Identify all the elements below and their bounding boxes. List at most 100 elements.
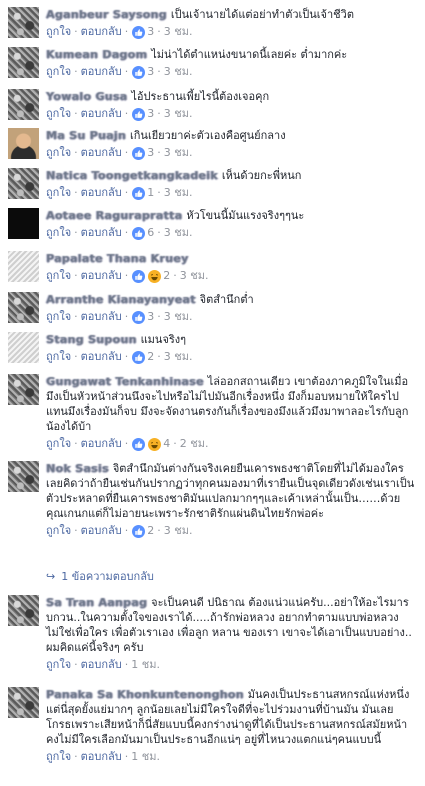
like-button[interactable]: ถูกใจ xyxy=(46,658,71,671)
like-button[interactable]: ถูกใจ xyxy=(46,226,71,239)
commenter-name[interactable]: Stang Supoun xyxy=(46,333,137,346)
reaction-count[interactable]: 1 xyxy=(147,186,154,199)
timestamp[interactable]: 3 ชม. xyxy=(164,226,193,239)
reply-button[interactable]: ตอบกลับ xyxy=(81,65,122,78)
avatar[interactable] xyxy=(8,208,39,239)
like-button[interactable]: ถูกใจ xyxy=(46,350,71,363)
reply-button[interactable]: ตอบกลับ xyxy=(81,750,122,763)
like-reaction-icon[interactable] xyxy=(132,186,146,200)
like-button[interactable]: ถูกใจ xyxy=(46,146,71,159)
like-reaction-icon[interactable] xyxy=(132,226,146,240)
reply-button[interactable]: ตอบกลับ xyxy=(81,658,122,671)
commenter-name[interactable]: Nok Sasis xyxy=(46,462,109,475)
reply-button[interactable]: ตอบกลับ xyxy=(81,310,122,323)
commenter-name[interactable]: Natica Toongetkangkadeik xyxy=(46,169,218,182)
avatar[interactable] xyxy=(8,47,39,78)
commenter-name[interactable]: Aganbeur Saysong xyxy=(46,8,167,21)
reply-button[interactable]: ตอบกลับ xyxy=(81,437,122,450)
avatar[interactable] xyxy=(8,7,39,38)
reaction-count[interactable]: 3 xyxy=(147,146,154,159)
separator: · xyxy=(157,146,161,159)
reaction-count[interactable]: 3 xyxy=(147,310,154,323)
replies-label[interactable]: 1 ข้อความตอบกลับ xyxy=(61,570,154,583)
avatar[interactable] xyxy=(8,687,39,718)
reaction-count[interactable]: 2 xyxy=(147,524,154,537)
separator: · xyxy=(74,107,78,120)
commenter-name[interactable]: Kumean Dagom xyxy=(46,48,147,61)
separator: · xyxy=(124,310,129,323)
timestamp[interactable]: 3 ชม. xyxy=(164,107,193,120)
like-button[interactable]: ถูกใจ xyxy=(46,25,71,38)
like-button[interactable]: ถูกใจ xyxy=(46,310,71,323)
like-reaction-icon[interactable] xyxy=(132,269,146,283)
comment-actions: ถูกใจ · ตอบกลับ · 3 · 3 ชม. xyxy=(46,310,417,324)
timestamp[interactable]: 3 ชม. xyxy=(164,25,193,38)
reply-button[interactable]: ตอบกลับ xyxy=(81,350,122,363)
avatar[interactable] xyxy=(8,292,39,323)
reply-button[interactable]: ตอบกลับ xyxy=(81,226,122,239)
commenter-name[interactable]: Yowalo Gusa xyxy=(46,90,127,103)
haha-reaction-icon[interactable] xyxy=(148,269,162,283)
haha-reaction-icon[interactable] xyxy=(148,437,162,451)
commenter-name[interactable]: Papalate Thana Kruey xyxy=(46,252,188,265)
comment-actions: ถูกใจ · ตอบกลับ · 2 · 3 ชม. xyxy=(46,269,417,283)
reaction-count[interactable]: 3 xyxy=(147,107,154,120)
reaction-count[interactable]: 3 xyxy=(147,65,154,78)
comment-actions: ถูกใจ · ตอบกลับ · 3 · 3 ชม. xyxy=(46,146,417,160)
reply-button[interactable]: ตอบกลับ xyxy=(81,146,122,159)
timestamp[interactable]: 3 ชม. xyxy=(164,524,193,537)
timestamp[interactable]: 3 ชม. xyxy=(180,269,209,282)
timestamp[interactable]: 2 ชม. xyxy=(180,437,209,450)
like-reaction-icon[interactable] xyxy=(132,310,146,324)
like-reaction-icon[interactable] xyxy=(132,25,146,39)
like-button[interactable]: ถูกใจ xyxy=(46,65,71,78)
avatar[interactable] xyxy=(8,595,39,626)
reply-button[interactable]: ตอบกลับ xyxy=(81,524,122,537)
like-button[interactable]: ถูกใจ xyxy=(46,269,71,282)
timestamp[interactable]: 3 ชม. xyxy=(164,186,193,199)
timestamp[interactable]: 3 ชม. xyxy=(164,310,193,323)
timestamp[interactable]: 3 ชม. xyxy=(164,350,193,363)
like-reaction-icon[interactable] xyxy=(132,350,146,364)
separator: · xyxy=(124,226,129,239)
commenter-name[interactable]: Sa Tran Aanpag xyxy=(46,596,147,609)
reaction-count[interactable]: 2 xyxy=(147,350,154,363)
like-reaction-icon[interactable] xyxy=(132,146,146,160)
like-reaction-icon[interactable] xyxy=(132,437,146,451)
timestamp[interactable]: 3 ชม. xyxy=(164,65,193,78)
commenter-name[interactable]: Aotaee Ragurapratta xyxy=(46,209,182,222)
reaction-count[interactable]: 3 xyxy=(147,25,154,38)
timestamp[interactable]: 1 ชม. xyxy=(131,750,160,763)
avatar[interactable] xyxy=(8,461,39,492)
like-button[interactable]: ถูกใจ xyxy=(46,107,71,120)
reaction-count[interactable]: 6 xyxy=(147,226,154,239)
reaction-count[interactable]: 2 xyxy=(163,269,170,282)
separator: · xyxy=(124,750,129,763)
like-button[interactable]: ถูกใจ xyxy=(46,437,71,450)
reply-button[interactable]: ตอบกลับ xyxy=(81,186,122,199)
commenter-name[interactable]: Gungawat Tenkanhinase xyxy=(46,375,204,388)
like-button[interactable]: ถูกใจ xyxy=(46,186,71,199)
separator: · xyxy=(157,107,161,120)
view-replies-link[interactable]: ↪ 1 ข้อความตอบกลับ xyxy=(46,570,154,584)
reaction-count[interactable]: 4 xyxy=(163,437,170,450)
like-reaction-icon[interactable] xyxy=(132,65,146,79)
avatar[interactable] xyxy=(8,251,39,282)
like-reaction-icon[interactable] xyxy=(132,524,146,538)
like-reaction-icon[interactable] xyxy=(132,107,146,121)
avatar[interactable] xyxy=(8,374,39,405)
reply-button[interactable]: ตอบกลับ xyxy=(81,269,122,282)
avatar[interactable] xyxy=(8,128,39,159)
timestamp[interactable]: 1 ชม. xyxy=(131,658,160,671)
avatar[interactable] xyxy=(8,89,39,120)
reply-button[interactable]: ตอบกลับ xyxy=(81,107,122,120)
like-button[interactable]: ถูกใจ xyxy=(46,750,71,763)
commenter-name[interactable]: Ma Su Puajn xyxy=(46,129,126,142)
commenter-name[interactable]: Arranthe Kianayanyeat xyxy=(46,293,196,306)
avatar[interactable] xyxy=(8,332,39,363)
reply-button[interactable]: ตอบกลับ xyxy=(81,25,122,38)
like-button[interactable]: ถูกใจ xyxy=(46,524,71,537)
timestamp[interactable]: 3 ชม. xyxy=(164,146,193,159)
commenter-name[interactable]: Panaka Sa Khonkuntenonghon xyxy=(46,688,244,701)
avatar[interactable] xyxy=(8,168,39,199)
